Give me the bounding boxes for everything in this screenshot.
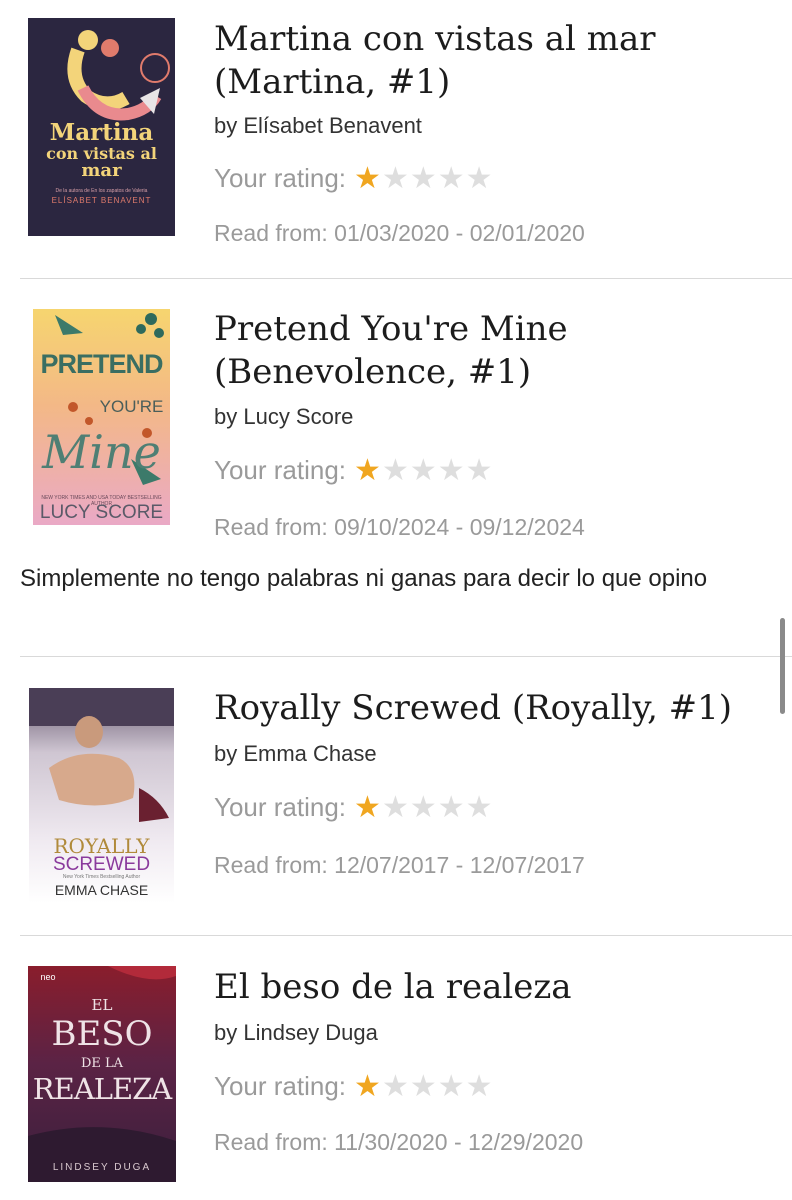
star-icon[interactable]: ★ xyxy=(410,455,437,486)
book-author[interactable]: by Lindsey Duga xyxy=(214,1020,378,1046)
star-icon[interactable]: ★ xyxy=(382,455,409,486)
star-rating[interactable]: ★ ★ ★ ★ ★ xyxy=(354,455,494,486)
cover-title: REALEZA xyxy=(32,1072,172,1106)
cover-tagline: neo xyxy=(40,972,56,982)
read-dates: Read from: 09/10/2024 - 09/12/2024 xyxy=(214,514,585,540)
cover-author: ELÍSABET BENAVENT xyxy=(51,196,152,205)
star-icon[interactable]: ★ xyxy=(410,792,437,823)
star-icon[interactable]: ★ xyxy=(354,163,381,194)
read-dates: Read from: 11/30/2020 - 12/29/2020 xyxy=(214,1129,584,1155)
cover-author: LUCY SCORE xyxy=(39,502,164,523)
book-title[interactable]: El beso de la realeza xyxy=(214,966,774,1009)
cover-title: DE LA xyxy=(80,1056,124,1071)
cover-subtitle: mar xyxy=(81,160,122,181)
cover-subtitle: YOU'RE xyxy=(99,397,164,416)
read-dates: Read from: 01/03/2020 - 02/01/2020 xyxy=(214,220,585,246)
book-title[interactable]: Pretend You're Mine (Benevolence, #1) xyxy=(214,308,774,394)
star-icon[interactable]: ★ xyxy=(466,455,493,486)
star-rating[interactable]: ★ ★ ★ ★ ★ xyxy=(354,792,494,823)
star-rating[interactable]: ★ ★ ★ ★ ★ xyxy=(354,163,494,194)
star-icon[interactable]: ★ xyxy=(354,792,381,823)
star-icon[interactable]: ★ xyxy=(382,163,409,194)
cover-title: BESO xyxy=(51,1014,153,1054)
star-icon[interactable]: ★ xyxy=(466,163,493,194)
star-icon[interactable]: ★ xyxy=(466,1071,493,1102)
cover-author: EMMA CHASE xyxy=(54,882,149,898)
book-title-line: Martina con vistas al mar xyxy=(214,19,656,59)
rating-label: Your rating: xyxy=(214,455,347,485)
book-author[interactable]: by Emma Chase xyxy=(214,741,377,767)
cover-script: Mine xyxy=(42,425,161,479)
book-item[interactable]: neo EL BESO DE LA REALEZA LINDSEY DUGA E… xyxy=(0,936,792,1200)
star-icon[interactable]: ★ xyxy=(354,1071,381,1102)
cover-title: EL xyxy=(91,996,113,1014)
book-item[interactable]: PRETEND YOU'RE Mine NEW YORK TIMES AND U… xyxy=(0,279,792,656)
star-icon[interactable]: ★ xyxy=(438,163,465,194)
star-icon[interactable]: ★ xyxy=(466,792,493,823)
star-icon[interactable]: ★ xyxy=(354,455,381,486)
book-series: (Martina, #1) xyxy=(214,62,451,102)
review-text: Simplemente no tengo palabras ni ganas p… xyxy=(20,565,708,592)
book-cover[interactable]: Martina con vistas al mar De la autora d… xyxy=(28,18,175,236)
scrollbar[interactable] xyxy=(780,618,785,714)
rating-label: Your rating: xyxy=(214,792,347,822)
book-item[interactable]: ROYALLY SCREWED New York Times Bestselli… xyxy=(0,657,792,935)
rating-label: Your rating: xyxy=(214,163,347,193)
star-icon[interactable]: ★ xyxy=(382,1071,409,1102)
star-icon[interactable]: ★ xyxy=(382,792,409,823)
rating-row: Your rating: ★ ★ ★ ★ ★ xyxy=(214,1071,494,1102)
book-author[interactable]: by Elísabet Benavent xyxy=(214,113,422,139)
book-cover[interactable]: neo EL BESO DE LA REALEZA LINDSEY DUGA xyxy=(28,966,176,1182)
book-cover[interactable]: PRETEND YOU'RE Mine NEW YORK TIMES AND U… xyxy=(33,309,170,525)
book-title[interactable]: Royally Screwed (Royally, #1) xyxy=(214,687,774,730)
cover-illustration-mermaid xyxy=(67,30,170,121)
book-author[interactable]: by Lucy Score xyxy=(214,404,353,430)
cover-title: Martina xyxy=(49,119,154,146)
rating-row: Your rating: ★ ★ ★ ★ ★ xyxy=(214,455,494,486)
book-series: (Benevolence, #1) xyxy=(214,352,532,392)
book-cover[interactable]: ROYALLY SCREWED New York Times Bestselli… xyxy=(29,688,174,903)
cover-subtitle: SCREWED xyxy=(52,854,151,875)
book-title-line: Royally Screwed (Royally, #1) xyxy=(214,688,733,728)
cover-title: PRETEND xyxy=(40,349,163,379)
rating-label: Your rating: xyxy=(214,1071,347,1101)
book-title-line: El beso de la realeza xyxy=(214,967,572,1007)
cover-illustration-man xyxy=(29,688,174,822)
star-icon[interactable]: ★ xyxy=(410,1071,437,1102)
book-item[interactable]: Martina con vistas al mar De la autora d… xyxy=(0,0,792,278)
star-icon[interactable]: ★ xyxy=(410,163,437,194)
star-icon[interactable]: ★ xyxy=(438,455,465,486)
cover-tagline: De la autora de En los zapatos de Valeri… xyxy=(55,188,148,194)
cover-illustration-hummingbird xyxy=(55,313,164,485)
star-icon[interactable]: ★ xyxy=(438,1071,465,1102)
star-icon[interactable]: ★ xyxy=(438,792,465,823)
read-dates: Read from: 12/07/2017 - 12/07/2017 xyxy=(214,852,585,878)
rating-row: Your rating: ★ ★ ★ ★ ★ xyxy=(214,792,494,823)
cover-author: LINDSEY DUGA xyxy=(52,1162,152,1173)
book-title-line: Pretend You're Mine xyxy=(214,309,568,349)
rating-row: Your rating: ★ ★ ★ ★ ★ xyxy=(214,163,494,194)
book-title[interactable]: Martina con vistas al mar (Martina, #1) xyxy=(214,18,774,104)
star-rating[interactable]: ★ ★ ★ ★ ★ xyxy=(354,1071,494,1102)
cover-tagline: New York Times Bestselling Author xyxy=(62,874,141,880)
